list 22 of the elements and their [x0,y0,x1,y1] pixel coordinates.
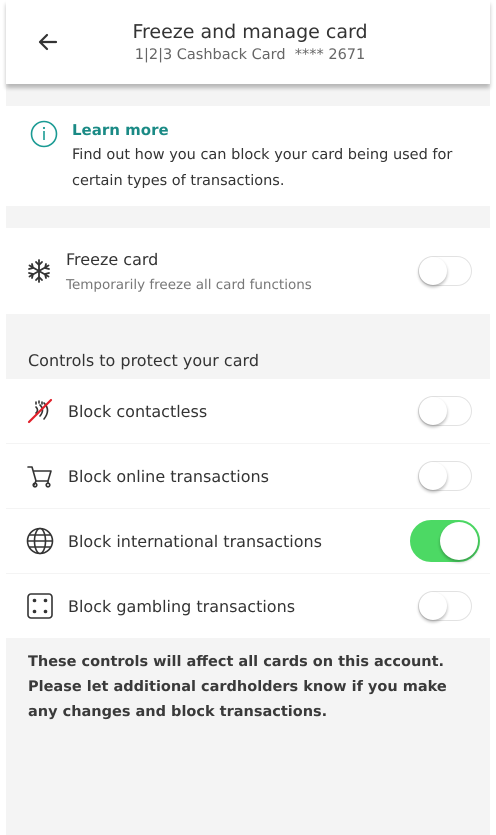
info-text: Find out how you can block your card being used for certain types of transactions. [72,146,454,191]
toggle-switch[interactable] [418,591,472,621]
card-name: 1|2|3 Cashback Card **** 2671 [134,47,366,63]
contactless-blocked-icon [26,397,54,425]
toggle-switch[interactable] [410,520,480,562]
freeze-description: Temporarily freeze all card functions [66,276,313,292]
dice-icon [26,592,54,620]
freeze-label: Freeze card [66,250,160,268]
freeze-toggle[interactable] [418,256,472,286]
toggle-switch[interactable] [418,461,472,491]
globe-icon [26,527,54,555]
snowflake-icon [26,258,52,284]
section-heading: Controls to protect your card [27,350,260,372]
control-label: Block gambling transactions [68,596,296,616]
control-label: Block online transactions [68,466,270,486]
toggle-switch[interactable] [418,396,472,426]
control-label: Block international transactions [68,532,324,550]
control-label: Block contactless [68,402,208,420]
notice-text: These controls will affect all cards on this account. Please let additional cardholders know if you make any changes and block transactions. [27,653,448,722]
screen-title: Freeze and manage card [131,21,369,43]
learn-more-link[interactable]: Learn more [72,121,169,139]
info-icon [30,120,58,148]
